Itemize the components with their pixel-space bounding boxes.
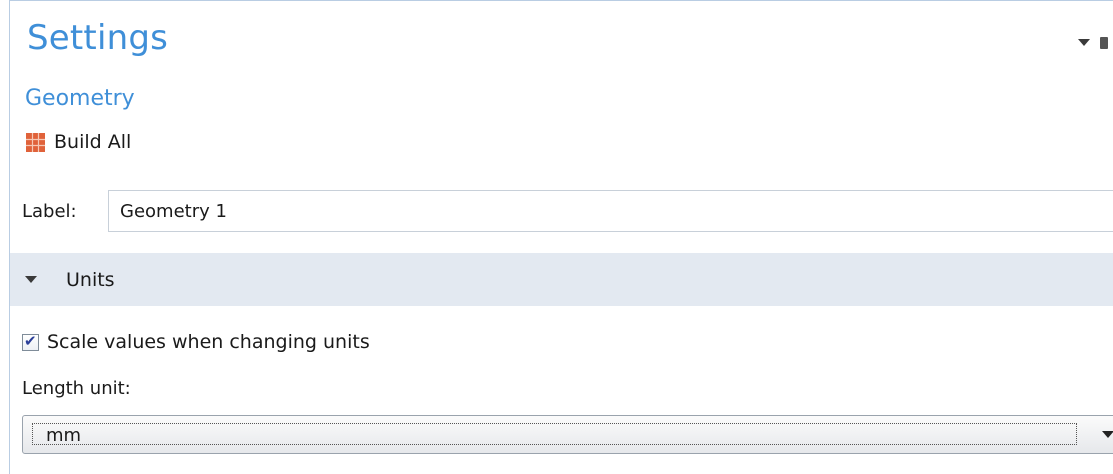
label-input[interactable]: [108, 190, 1113, 232]
scale-values-checkbox-row[interactable]: ✔ Scale values when changing units: [22, 329, 370, 355]
checkmark-icon: ✔: [24, 331, 37, 350]
node-subtitle: Geometry: [25, 86, 135, 111]
length-unit-value: mm: [46, 425, 82, 446]
select-focus-outline: [32, 423, 1077, 445]
scale-values-checkbox[interactable]: ✔: [22, 331, 39, 351]
chevron-down-icon[interactable]: [1102, 431, 1113, 438]
scale-values-label: Scale values when changing units: [47, 331, 370, 353]
length-unit-label: Length unit:: [22, 378, 131, 399]
collapse-triangle-icon[interactable]: [25, 276, 37, 283]
build-all-button[interactable]: Build All: [26, 129, 131, 155]
pin-icon[interactable]: [1100, 37, 1108, 49]
chevron-down-icon[interactable]: [1078, 39, 1090, 46]
units-section-title: Units: [66, 268, 115, 291]
window-controls: [1073, 37, 1113, 53]
length-unit-select[interactable]: mm: [22, 415, 1113, 454]
settings-panel: Settings Geometry Build All Label: Units…: [9, 0, 1113, 474]
units-section-header[interactable]: Units: [10, 253, 1113, 306]
label-row: Label:: [10, 187, 1113, 235]
page-title: Settings: [27, 18, 169, 58]
build-all-label: Build All: [54, 131, 132, 153]
label-field-label: Label:: [22, 201, 77, 222]
build-all-grid-icon: [26, 132, 45, 152]
